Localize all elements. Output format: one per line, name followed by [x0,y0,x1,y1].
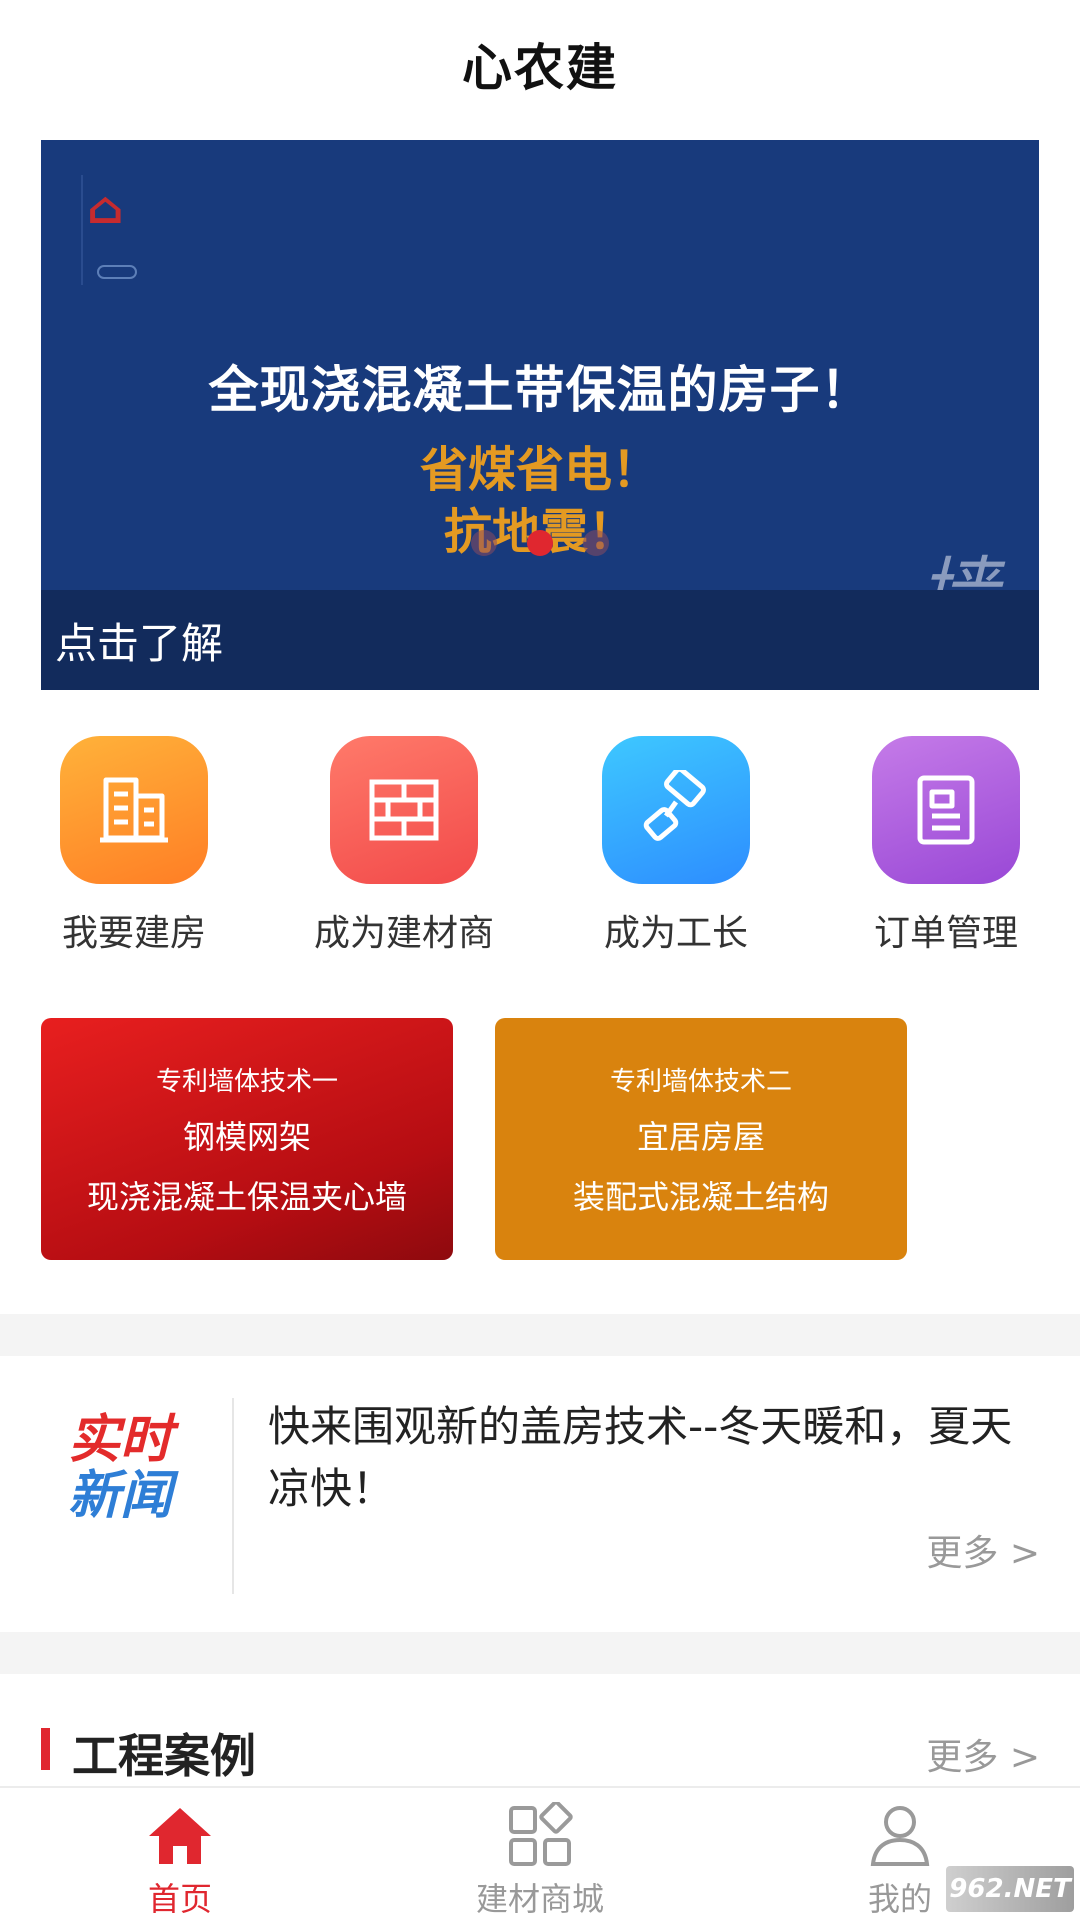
cases-more-link[interactable]: 更多 > [926,1728,1040,1780]
action-label: 成为工长 [603,913,748,954]
tech-card-subtitle: 装配式混凝土结构 [572,1177,829,1216]
tech-card-kicker: 专利墙体技术一 [155,1066,338,1097]
news-headline[interactable]: 快来围观新的盖房技术--冬天暖和，夏天凉快！ [268,1396,1048,1520]
tab-home[interactable]: 首页 [60,1788,300,1920]
action-label: 订单管理 [873,913,1018,954]
tab-mall[interactable]: 建材商城 [420,1788,660,1920]
tech-card-title: 宜居房屋 [636,1117,765,1156]
action-label: 我要建房 [61,913,206,954]
app-root: 心农建 ⌂ 全现浇混凝土带保温的房子！ 省煤省电！ 抗地震！ 墙 点击了解 [0,0,1080,1920]
carousel-dot[interactable] [471,530,497,556]
news-section[interactable]: 实时 新闻 快来围观新的盖房技术--冬天暖和，夏天凉快！ 更多 > [0,1356,1080,1632]
cases-title: 工程案例 [72,1729,256,1783]
paint-roller-icon[interactable] [602,736,750,884]
building-icon[interactable] [60,736,208,884]
order-document-icon[interactable] [872,736,1020,884]
action-label: 成为建材商 [313,913,494,954]
seal-icon: ⌂ [87,183,124,234]
action-build-house[interactable]: 我要建房 [14,736,254,966]
tech-card-title: 钢模网架 [182,1117,311,1156]
carousel-dot-active[interactable] [527,530,553,556]
tech-card-subtitle: 现浇混凝土保温夹心墙 [86,1177,407,1216]
carousel-indicator[interactable] [41,530,1039,556]
brick-wall-icon[interactable] [330,736,478,884]
action-order-management[interactable]: 订单管理 [826,736,1066,966]
tab-label: 首页 [147,1880,212,1918]
tech-card-kicker: 专利墙体技术二 [609,1066,792,1097]
news-badge-line-1: 实时 [67,1410,172,1470]
home-icon[interactable] [60,1788,300,1868]
tech-card-1[interactable]: 专利墙体技术一 钢模网架 现浇混凝土保温夹心墙 [41,1018,453,1260]
section-marker [41,1728,50,1770]
user-icon[interactable] [780,1788,1020,1868]
site-watermark: 962.NET [946,1866,1074,1912]
grid-icon[interactable] [420,1788,660,1868]
tab-label: 建材商城 [475,1880,604,1918]
top-header: 心农建 [0,0,1080,128]
news-more-link[interactable]: 更多 > [926,1524,1040,1576]
banner-caption[interactable]: 点击了解 [55,610,223,671]
page-title: 心农建 [462,39,618,97]
cloud-ornament-icon [97,265,137,279]
action-become-foreman[interactable]: 成为工长 [556,736,796,966]
carousel-dot[interactable] [583,530,609,556]
banner-logo: ⌂ [81,175,147,285]
banner-headline: 全现浇混凝土带保温的房子！ [208,361,872,419]
bottom-tab-bar: 首页 建材商城 我的 [0,1786,1080,1920]
section-divider [0,1632,1080,1674]
banner-caption-bar[interactable]: 点击了解 [41,590,1039,690]
tech-card-2[interactable]: 专利墙体技术二 宜居房屋 装配式混凝土结构 [495,1018,907,1260]
news-badge-line-2: 新闻 [67,1466,172,1526]
action-become-supplier[interactable]: 成为建材商 [284,736,524,966]
cases-section-header: 工程案例 更多 > [0,1674,1080,1784]
banner-subline-1: 省煤省电！ [419,442,660,498]
quick-actions: 我要建房 成为建材商 成为工长 订单管理 [0,736,1080,966]
promo-banner[interactable]: ⌂ 全现浇混凝土带保温的房子！ 省煤省电！ 抗地震！ 墙 点击了解 [41,140,1039,690]
news-badge: 实时 新闻 [40,1414,200,1522]
news-divider [232,1398,234,1594]
section-divider [0,1314,1080,1356]
